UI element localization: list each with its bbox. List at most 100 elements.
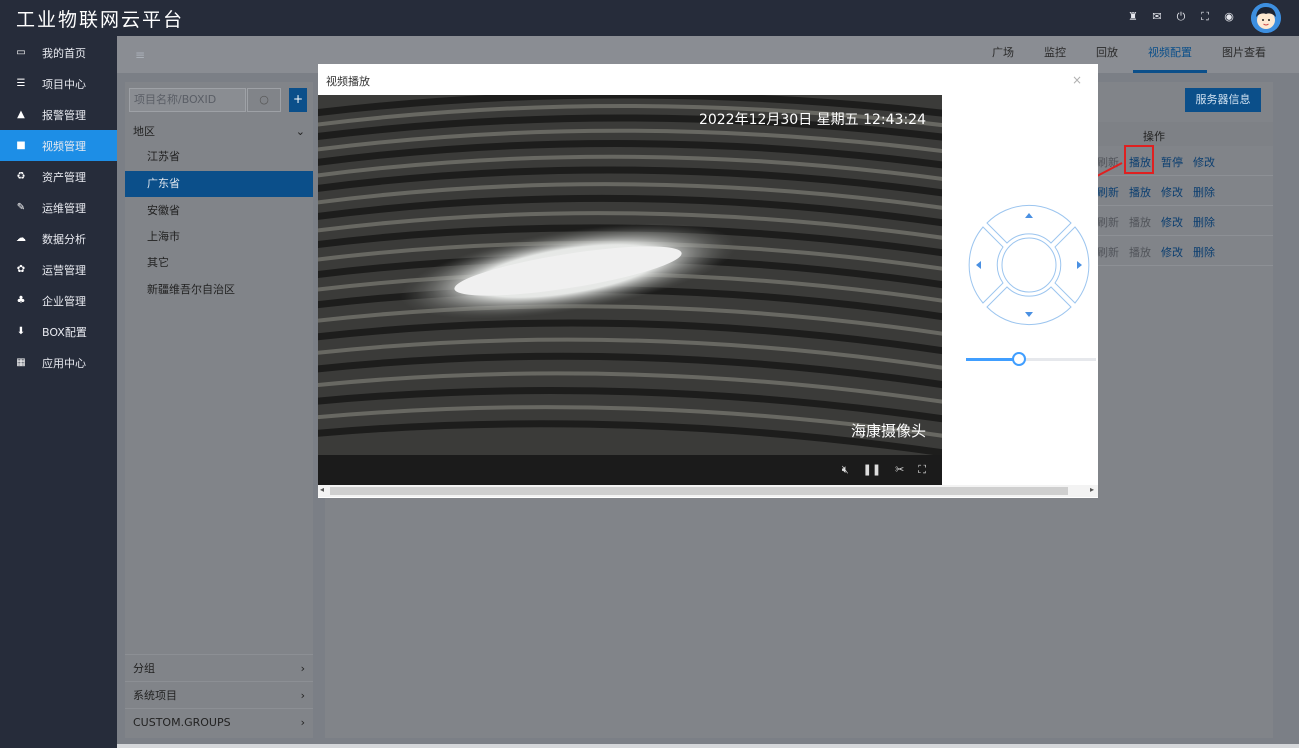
scissors-icon[interactable]: ✂ — [895, 463, 904, 477]
ops-column-header: 操作 — [1143, 130, 1165, 143]
add-button[interactable]: + — [289, 88, 307, 112]
slider-handle[interactable] — [1012, 352, 1026, 366]
header-icons: ♜ ✉ ⏻ ⛶ ◉ — [1127, 10, 1235, 24]
chevron-down-icon: ⌄ — [295, 125, 305, 138]
cloud-icon: ☁ — [16, 233, 26, 244]
row-actions: 刷新 播放 修改 删除 — [1097, 244, 1215, 260]
scroll-right-icon[interactable]: ▸ — [1090, 485, 1094, 494]
sidebar-item-label: 数据分析 — [42, 232, 86, 246]
video-scene — [318, 95, 942, 455]
mute-icon[interactable]: 🔇︎ — [842, 463, 849, 477]
sidebar-item-apps[interactable]: ▦ 应用中心 — [0, 347, 117, 378]
close-icon[interactable]: × — [1072, 73, 1082, 87]
refresh-link[interactable]: 刷新 — [1097, 214, 1119, 230]
edit-link[interactable]: 修改 — [1161, 244, 1183, 260]
region-item[interactable]: 江苏省 — [125, 144, 313, 170]
sidebar-item-operations[interactable]: ✿ 运营管理 — [0, 254, 117, 285]
sidebar-item-label: 报警管理 — [42, 108, 86, 122]
grid-icon: ▦ — [16, 357, 26, 368]
sidebar-item-alarms[interactable]: ▲ 报警管理 — [0, 99, 117, 130]
app-title: 工业物联网云平台 — [16, 9, 185, 31]
chevron-right-icon: › — [300, 716, 305, 729]
pause-icon[interactable]: ❚❚ — [863, 463, 881, 477]
search-input[interactable]: 项目名称/BOXID — [129, 88, 246, 112]
video-playback-dialog: 视频播放 × 2022年12月30日 星期五 12:43:24 海康摄像头 🔇︎… — [318, 64, 1098, 498]
dialog-title: 视频播放 — [326, 75, 370, 88]
region-tree-panel: 项目名称/BOXID ○ + 地区 ⌄ 江苏省 广东省 安徽省 上海市 其它 新疆… — [125, 82, 313, 738]
sidebar-item-home[interactable]: ▭ 我的首页 — [0, 37, 117, 68]
refresh-link[interactable]: 刷新 — [1097, 244, 1119, 260]
video-player[interactable]: 2022年12月30日 星期五 12:43:24 海康摄像头 🔇︎ ❚❚ ✂ ⛶ — [318, 95, 942, 485]
scroll-left-icon[interactable]: ◂ — [320, 485, 324, 494]
fullscreen-icon[interactable]: ⛶ — [1199, 10, 1211, 24]
group-label: 系统项目 — [133, 689, 177, 702]
play-link[interactable]: 播放 — [1129, 184, 1151, 200]
play-link[interactable]: 播放 — [1129, 214, 1151, 230]
sidebar-item-assets[interactable]: ♻ 资产管理 — [0, 161, 117, 192]
group-row-groups[interactable]: 分组 › — [125, 654, 313, 681]
robot-icon[interactable]: ♜ — [1127, 10, 1139, 24]
server-info-button[interactable]: 服务器信息 — [1185, 88, 1261, 112]
sitemap-icon: ♣ — [16, 295, 26, 306]
region-header[interactable]: 地区 ⌄ — [125, 120, 313, 144]
delete-link[interactable]: 删除 — [1193, 244, 1215, 260]
play-link[interactable]: 播放 — [1129, 244, 1151, 260]
group-label: 分组 — [133, 662, 155, 675]
video-controls: 🔇︎ ❚❚ ✂ ⛶ — [318, 455, 942, 485]
ptz-down-button[interactable] — [986, 286, 1072, 325]
edit-link[interactable]: 修改 — [1161, 184, 1183, 200]
download-icon: ⬇ — [16, 326, 26, 337]
delete-link[interactable]: 删除 — [1193, 214, 1215, 230]
avatar[interactable] — [1251, 3, 1281, 33]
sidebar-item-box-config[interactable]: ⬇ BOX配置 — [0, 316, 117, 347]
fullscreen-icon[interactable]: ⛶ — [918, 463, 926, 477]
tab-image-view[interactable]: 图片查看 — [1207, 36, 1281, 73]
sidebar-item-label: 项目中心 — [42, 77, 86, 91]
search-icon[interactable]: ○ — [247, 88, 281, 112]
mail-icon[interactable]: ✉ — [1151, 10, 1163, 24]
region-item[interactable]: 广东省 — [125, 171, 313, 197]
ptz-up-button[interactable] — [986, 205, 1072, 244]
annotation-highlight-box — [1124, 145, 1154, 174]
wrench-icon: ✎ — [16, 202, 26, 213]
horizontal-scrollbar[interactable]: ◂ ▸ — [318, 485, 1098, 497]
sidebar-item-enterprise[interactable]: ♣ 企业管理 — [0, 285, 117, 316]
sidebar-item-label: BOX配置 — [42, 325, 87, 339]
sidebar-item-label: 运营管理 — [42, 263, 86, 277]
group-label: CUSTOM.GROUPS — [133, 716, 231, 729]
camera-name-overlay: 海康摄像头 — [850, 422, 926, 440]
bottom-strip — [117, 744, 1299, 748]
region-item[interactable]: 安徽省 — [125, 198, 313, 224]
pause-link[interactable]: 暂停 — [1161, 154, 1183, 170]
group-row-custom-groups[interactable]: CUSTOM.GROUPS › — [125, 708, 313, 735]
video-frame: 2022年12月30日 星期五 12:43:24 海康摄像头 — [318, 95, 942, 455]
sidebar-item-analytics[interactable]: ☁ 数据分析 — [0, 223, 117, 254]
sidebar-item-projects[interactable]: ☰ 项目中心 — [0, 68, 117, 99]
sidebar-item-video[interactable]: ■ 视频管理 — [0, 130, 117, 161]
region-item[interactable]: 其它 — [125, 250, 313, 276]
recycle-icon: ♻ — [16, 171, 26, 182]
sidebar-item-maintenance[interactable]: ✎ 运维管理 — [0, 192, 117, 223]
sidebar-item-label: 我的首页 — [42, 46, 86, 60]
ptz-right-button[interactable] — [1054, 226, 1090, 304]
group-row-system-projects[interactable]: 系统项目 › — [125, 681, 313, 708]
sidebar: ▭ 我的首页 ☰ 项目中心 ▲ 报警管理 ■ 视频管理 ♻ 资产管理 ✎ 运维管理 ☁ 数据分… — [0, 36, 117, 748]
hamburger-icon[interactable]: ≡ — [135, 48, 145, 62]
edit-link[interactable]: 修改 — [1193, 154, 1215, 170]
zoom-slider[interactable] — [966, 352, 1096, 366]
laptop-icon: ▭ — [16, 47, 26, 58]
region-item[interactable]: 新疆维吾尔自治区 — [125, 277, 313, 303]
tab-video-config[interactable]: 视频配置 — [1133, 36, 1207, 73]
sidebar-item-label: 应用中心 — [42, 356, 86, 370]
cubes-icon: ✿ — [16, 264, 26, 275]
edit-link[interactable]: 修改 — [1161, 214, 1183, 230]
sidebar-item-label: 运维管理 — [42, 201, 86, 215]
scrollbar-thumb[interactable] — [330, 487, 1068, 495]
region-item[interactable]: 上海市 — [125, 224, 313, 250]
ptz-left-button[interactable] — [968, 226, 1004, 304]
video-icon: ■ — [16, 140, 26, 151]
globe-icon[interactable]: ◉ — [1223, 10, 1235, 24]
power-icon[interactable]: ⏻ — [1175, 10, 1187, 24]
delete-link[interactable]: 删除 — [1193, 184, 1215, 200]
ptz-center-button[interactable] — [1001, 237, 1057, 293]
